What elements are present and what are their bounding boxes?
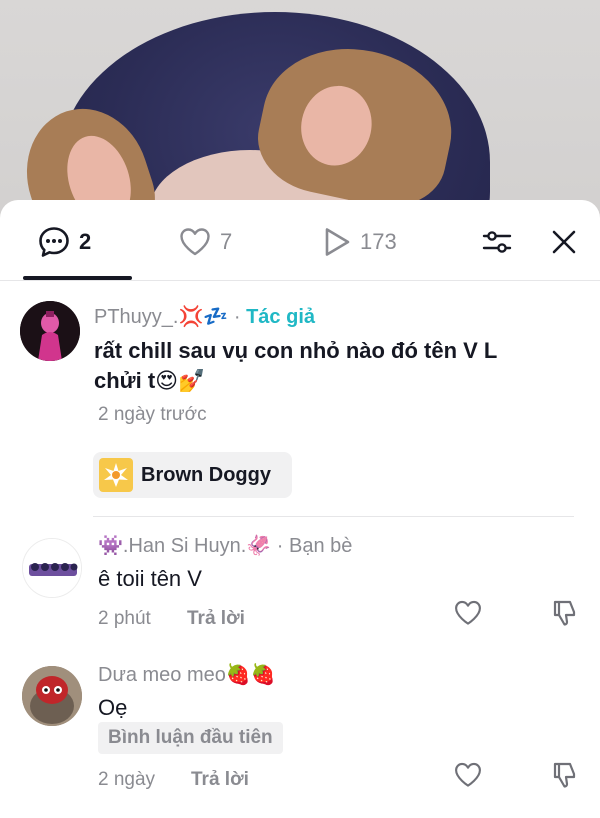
author-label: Tác giả	[246, 306, 316, 328]
tab-bar-divider	[0, 280, 600, 281]
filter-button[interactable]	[477, 222, 517, 262]
sliders-icon	[482, 231, 512, 253]
close-button[interactable]	[544, 222, 584, 262]
sheet-tab-bar: 2 7 173	[0, 200, 600, 281]
heart-icon	[455, 600, 481, 625]
username-text[interactable]: 👾.Han Si Huyn.🦑	[98, 535, 271, 557]
comment-text: ê toii tên V	[98, 566, 202, 591]
like-comment-button[interactable]	[450, 595, 486, 631]
sticker-label: Brown Doggy	[141, 463, 271, 486]
likes-count: 7	[220, 229, 233, 254]
heart-icon	[180, 228, 210, 256]
thumbs-down-icon	[553, 762, 576, 788]
heart-icon	[455, 762, 481, 787]
avatar-image	[23, 539, 81, 597]
username-separator: ·	[233, 306, 241, 328]
avatar[interactable]	[22, 666, 82, 726]
comment-icon	[39, 227, 69, 257]
friend-label: Bạn bè	[289, 535, 353, 557]
plays-count: 173	[360, 229, 397, 254]
comment-username[interactable]: PThuyy_.💢💤 · Tác giả	[94, 304, 315, 329]
comment-username[interactable]: Dưa meo meo🍓🍓	[98, 662, 276, 687]
tab-likes[interactable]: 7	[178, 222, 232, 262]
avatar[interactable]	[20, 301, 80, 361]
video-background	[0, 0, 600, 230]
first-comment-badge: Bình luận đầu tiên	[98, 722, 283, 754]
comment-divider	[93, 516, 574, 517]
comment-text-line-2: chửi t😍💅	[94, 368, 206, 393]
reply-button[interactable]: Trả lời	[191, 769, 249, 791]
sticker-icon	[99, 458, 133, 492]
like-comment-button[interactable]	[450, 757, 486, 793]
comment-timestamp: 2 phút	[98, 608, 151, 629]
comments-count: 2	[79, 229, 92, 254]
username-text[interactable]: PThuyy_.💢💤	[94, 306, 228, 328]
avatar-image	[20, 301, 80, 361]
comment-text-line-1: rất chill sau vụ con nhỏ nào đó tên V L	[94, 338, 498, 363]
avatar-image	[22, 666, 82, 726]
thumbs-down-icon	[553, 600, 576, 626]
comment-text: Oẹ	[98, 695, 128, 720]
avatar[interactable]	[22, 538, 82, 598]
tab-plays[interactable]: 173	[322, 222, 397, 262]
username-separator: ·	[276, 535, 284, 557]
play-icon	[325, 228, 350, 256]
reply-button[interactable]: Trả lời	[187, 608, 245, 630]
dislike-comment-button[interactable]	[547, 757, 583, 793]
burst-icon	[104, 463, 128, 487]
comment-timestamp: 2 ngày	[98, 769, 156, 790]
tab-comments[interactable]: 2	[37, 222, 91, 262]
comments-sheet: 2 7 173 PThuyy_.💢💤 · Tác giả rất chill s…	[0, 200, 600, 818]
sticker-chip[interactable]: Brown Doggy	[93, 452, 292, 498]
username-text[interactable]: Dưa meo meo🍓🍓	[98, 664, 276, 686]
close-icon	[552, 230, 576, 254]
dislike-comment-button[interactable]	[547, 595, 583, 631]
comment-username[interactable]: 👾.Han Si Huyn.🦑 · Bạn bè	[98, 533, 352, 558]
comment-timestamp: 2 ngày trước	[98, 404, 207, 425]
